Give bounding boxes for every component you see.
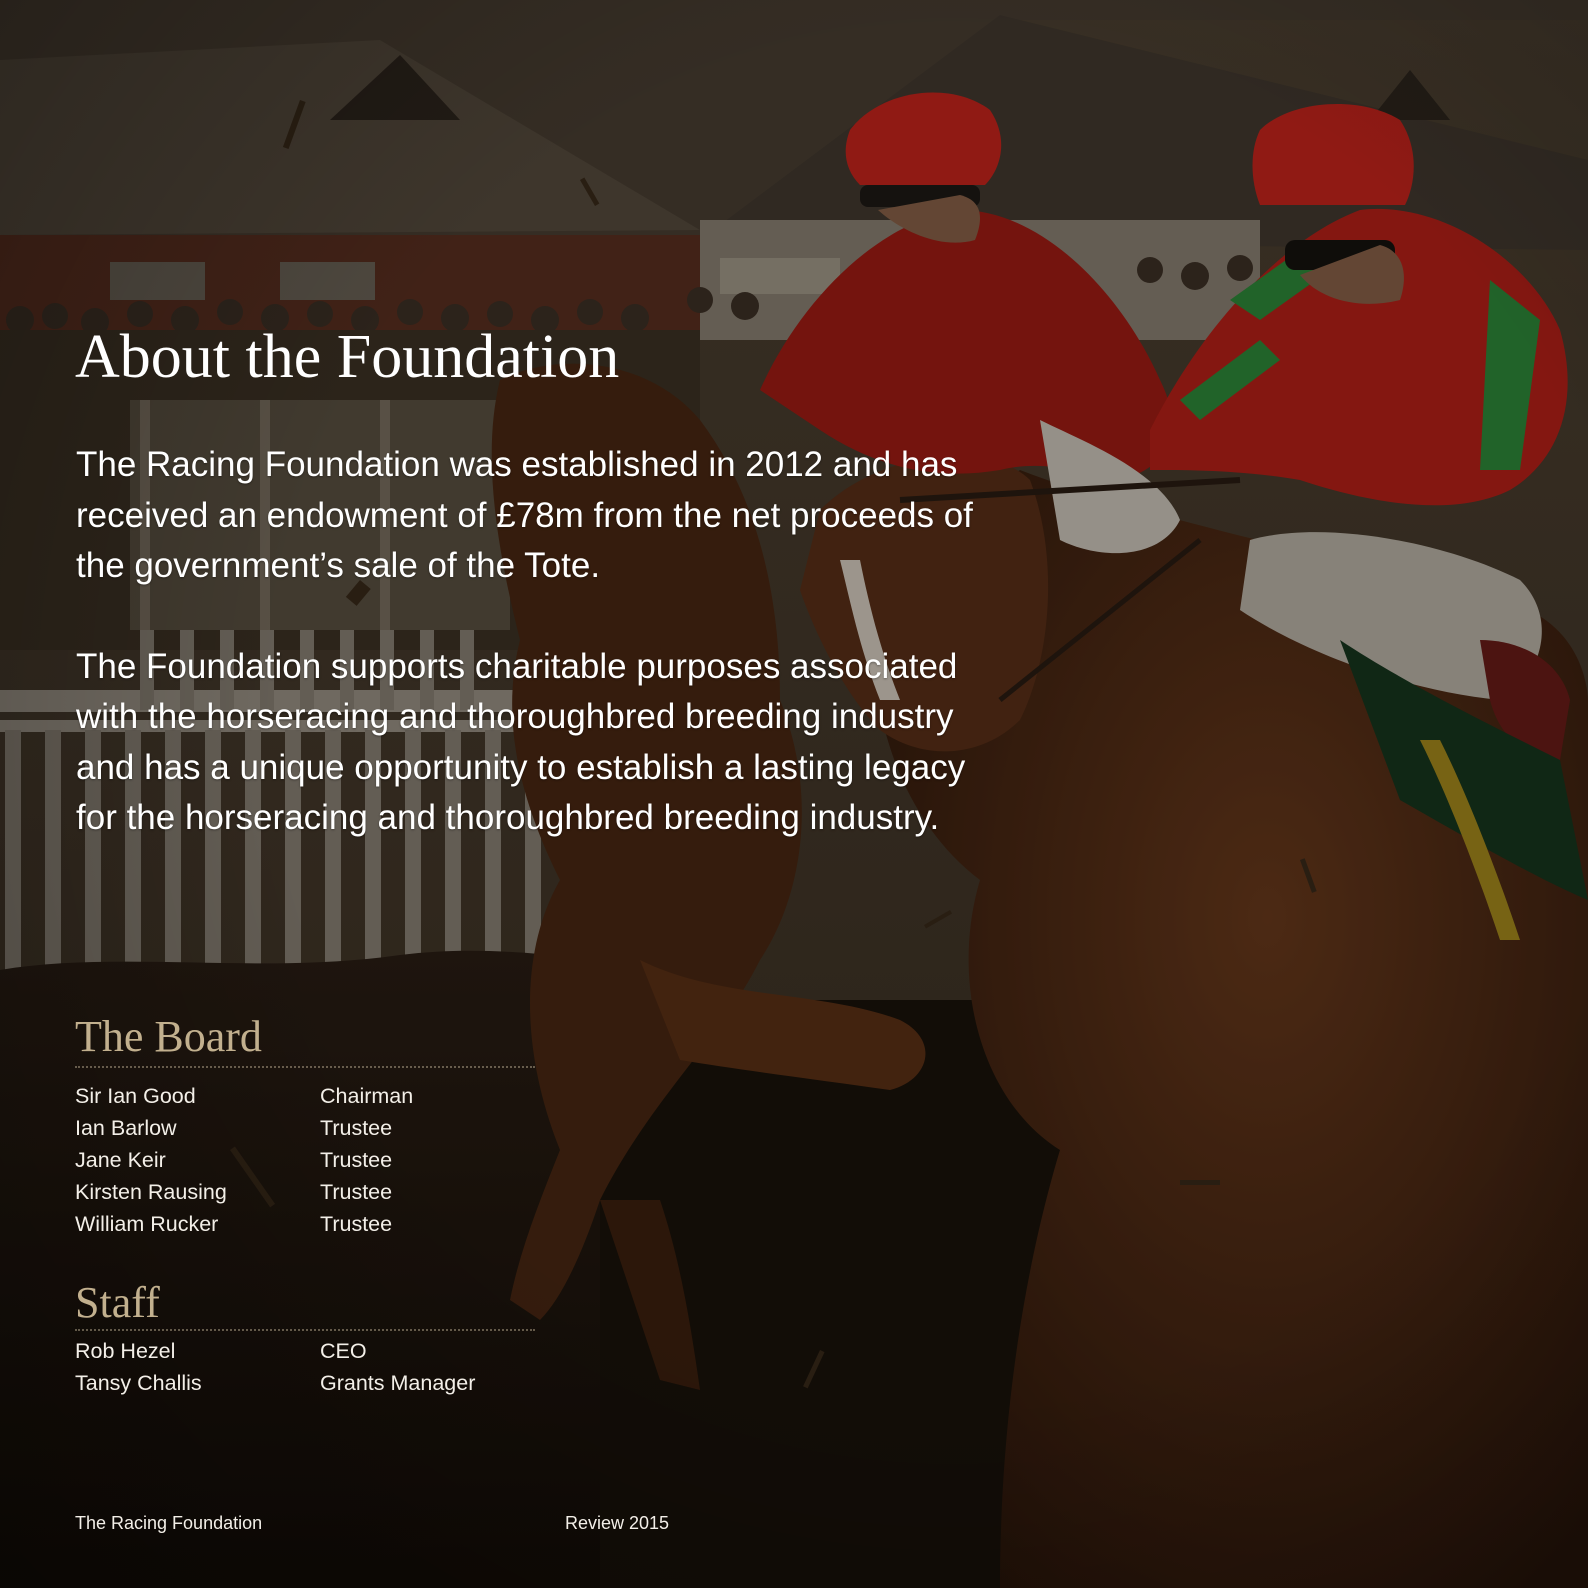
intro-paragraph: The Racing Foundation was established in… xyxy=(76,445,973,585)
member-name: Ian Barlow xyxy=(75,1116,177,1140)
staff-list: Rob Hezel CEO Tansy Challis Grants Manag… xyxy=(75,1335,575,1399)
staff-divider xyxy=(75,1329,535,1331)
member-role: Chairman xyxy=(320,1084,414,1108)
member-name: Jane Keir xyxy=(75,1148,166,1172)
board-list: Sir Ian Good Chairman Ian Barlow Trustee… xyxy=(75,1080,575,1240)
member-role: Trustee xyxy=(320,1212,393,1236)
page: About the Foundation The Racing Foundati… xyxy=(0,0,1588,1588)
member-name: Sir Ian Good xyxy=(75,1084,196,1108)
member-role: Trustee xyxy=(320,1116,393,1140)
board-member: Kirsten Rausing Trustee xyxy=(75,1176,575,1208)
staff-member: Tansy Challis Grants Manager xyxy=(75,1367,575,1399)
board-member: Ian Barlow Trustee xyxy=(75,1112,575,1144)
board-divider xyxy=(75,1066,535,1068)
footer-edition: Review 2015 xyxy=(565,1513,670,1533)
member-name: Kirsten Rausing xyxy=(75,1180,227,1204)
board-member: William Rucker Trustee xyxy=(75,1208,575,1240)
staff-member: Rob Hezel CEO xyxy=(75,1335,575,1367)
page-title: About the Foundation xyxy=(75,323,620,391)
member-name: Tansy Challis xyxy=(75,1371,202,1395)
board-member: Sir Ian Good Chairman xyxy=(75,1080,575,1112)
member-name: Rob Hezel xyxy=(75,1339,176,1363)
board-member: Jane Keir Trustee xyxy=(75,1144,575,1176)
member-role: Trustee xyxy=(320,1180,393,1204)
member-role: Trustee xyxy=(320,1148,393,1172)
page-content: About the Foundation The Racing Foundati… xyxy=(0,0,1588,1588)
board-title: The Board xyxy=(75,1012,262,1061)
member-name: William Rucker xyxy=(75,1212,219,1236)
staff-title: Staff xyxy=(75,1278,160,1327)
footer-publisher: The Racing Foundation xyxy=(75,1513,263,1533)
intro-text: The Racing Foundation was established in… xyxy=(76,440,986,844)
member-role: CEO xyxy=(320,1339,367,1363)
member-role: Grants Manager xyxy=(320,1371,476,1395)
intro-paragraph: The Foundation supports charitable purpo… xyxy=(76,646,966,838)
